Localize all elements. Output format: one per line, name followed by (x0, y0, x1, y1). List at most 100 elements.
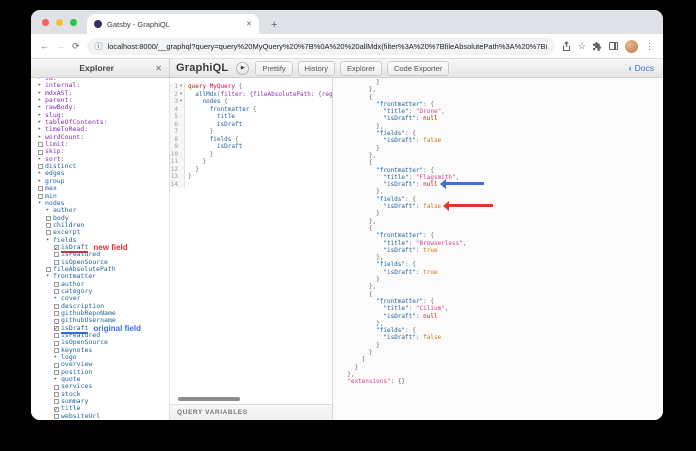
explorer-item-isdraft[interactable]: isDraftnew field (38, 243, 169, 252)
checkbox-icon[interactable] (54, 281, 59, 287)
editor-line[interactable]: 14 (170, 180, 332, 188)
tree-collapsed-icon[interactable]: ▸ (38, 119, 45, 126)
editor-line[interactable]: 7 } (170, 128, 332, 136)
explorer-item-max[interactable]: max (38, 184, 169, 192)
tree-collapsed-icon[interactable]: ▸ (38, 126, 45, 133)
editor-horizontal-scrollbar[interactable] (178, 397, 240, 401)
fold-arrow-icon[interactable]: ▾ (178, 91, 184, 99)
checkbox-icon[interactable] (54, 391, 59, 397)
editor-line[interactable]: 9 isDraft (170, 143, 332, 151)
checkbox-checked-icon[interactable] (54, 406, 59, 413)
explorer-item-overview[interactable]: overview (38, 361, 169, 368)
editor-line[interactable]: 10 } (170, 150, 332, 158)
checkbox-icon[interactable] (54, 252, 59, 258)
close-window-button[interactable] (42, 18, 49, 26)
explorer-item-frontmatter[interactable]: ▾ frontmatter (38, 272, 169, 280)
checkbox-icon[interactable] (54, 289, 59, 295)
side-panel-icon[interactable] (609, 42, 618, 50)
checkbox-icon[interactable] (46, 215, 51, 221)
query-editor[interactable]: 1 ▾ query MyQuery {2 ▾ allMdx(filter: {file… (170, 78, 333, 420)
checkbox-icon[interactable] (54, 259, 59, 265)
explorer-item-quote[interactable]: ▸ quote (38, 375, 169, 383)
explorer-item-isopensource[interactable]: isOpenSource (38, 339, 169, 346)
code-exporter-button[interactable]: Code Exporter (386, 60, 450, 76)
checkbox-icon[interactable] (54, 399, 59, 405)
profile-avatar[interactable] (625, 39, 638, 53)
tree-expanded-icon[interactable]: ▾ (46, 273, 53, 280)
checkbox-icon[interactable] (38, 149, 43, 155)
checkbox-icon[interactable] (38, 142, 43, 148)
query-variables-bar[interactable]: QUERY VARIABLES (170, 404, 332, 420)
browser-tab[interactable]: Gatsby - GraphiQL ✕ (87, 14, 259, 34)
editor-line[interactable]: 11 } (170, 158, 332, 166)
history-button[interactable]: History (297, 60, 336, 76)
checkbox-icon[interactable] (54, 384, 59, 390)
explorer-item-position[interactable]: position (38, 368, 169, 376)
checkbox-checked-icon[interactable] (54, 245, 59, 252)
site-info-icon[interactable]: ⓘ (95, 41, 103, 52)
editor-line[interactable]: 12 } (170, 165, 332, 173)
checkbox-icon[interactable] (54, 303, 59, 309)
checkbox-icon[interactable] (46, 223, 51, 229)
execute-query-button[interactable]: ▶ (236, 61, 250, 75)
editor-line[interactable]: 1 ▾ query MyQuery { (170, 83, 332, 91)
checkbox-icon[interactable] (54, 340, 59, 346)
tree-expanded-icon[interactable]: ▾ (38, 200, 45, 207)
docs-button[interactable]: ‹ Docs (620, 59, 663, 77)
reload-icon[interactable]: ⟳ (72, 41, 80, 52)
explorer-item-author[interactable]: author (38, 280, 169, 288)
checkbox-icon[interactable] (38, 193, 43, 199)
tree-collapsed-icon[interactable]: ▸ (38, 134, 45, 141)
close-tab-icon[interactable]: ✕ (246, 20, 252, 28)
checkbox-icon[interactable] (54, 413, 59, 419)
tree-collapsed-icon[interactable]: ▸ (54, 295, 61, 302)
explorer-item-keynotes[interactable]: keynotes (38, 346, 169, 354)
tree-collapsed-icon[interactable]: ▸ (38, 82, 45, 89)
checkbox-icon[interactable] (46, 230, 51, 236)
share-icon[interactable] (562, 41, 571, 51)
tree-collapsed-icon[interactable]: ▸ (38, 156, 45, 163)
editor-line[interactable]: 2 ▾ allMdx(filter: {fileAbsolutePath: {re… (170, 90, 332, 99)
explorer-item-logo[interactable]: ▸ logo (38, 353, 169, 361)
extensions-puzzle-icon[interactable] (593, 41, 602, 51)
editor-line[interactable]: 4 frontmatter { (170, 105, 332, 113)
explorer-item-summary[interactable]: summary (38, 397, 169, 405)
checkbox-icon[interactable] (54, 311, 59, 317)
checkbox-icon[interactable] (54, 318, 59, 324)
editor-line[interactable]: 6 isDraft (170, 120, 332, 128)
minimize-window-button[interactable] (56, 18, 63, 26)
tree-collapsed-icon[interactable]: ▸ (38, 170, 45, 177)
explorer-item-services[interactable]: services (38, 383, 169, 390)
explorer-item-stock[interactable]: stock (38, 390, 169, 398)
explorer-item-websiteurl[interactable]: websiteUrl (38, 412, 169, 420)
explorer-item-isdraft[interactable]: isDraftoriginal field (38, 324, 169, 333)
editor-line[interactable]: 13} (170, 173, 332, 181)
tree-expanded-icon[interactable]: ▾ (46, 237, 53, 244)
checkbox-icon[interactable] (54, 362, 59, 368)
checkbox-icon[interactable] (54, 369, 59, 375)
checkbox-checked-icon[interactable] (54, 325, 59, 333)
bookmark-star-icon[interactable]: ☆ (578, 41, 586, 52)
tree-collapsed-icon[interactable]: ▸ (54, 376, 61, 383)
fold-arrow-icon[interactable]: ▾ (178, 98, 184, 106)
explorer-close-icon[interactable]: ✕ (155, 64, 162, 73)
explorer-item-category[interactable]: category (38, 287, 169, 295)
checkbox-icon[interactable] (38, 186, 43, 192)
back-icon[interactable]: ← (40, 41, 49, 51)
checkbox-icon[interactable] (38, 164, 43, 170)
prettify-button[interactable]: Prettify (255, 60, 293, 76)
zoom-window-button[interactable] (70, 18, 77, 26)
explorer-button[interactable]: Explorer (340, 60, 382, 76)
checkbox-icon[interactable] (46, 267, 51, 273)
editor-line[interactable]: 3 ▾ nodes { (170, 98, 332, 106)
checkbox-icon[interactable] (54, 347, 59, 353)
explorer-item-group[interactable]: ▸ group (38, 177, 169, 185)
tree-collapsed-icon[interactable]: ▸ (38, 112, 45, 119)
fold-arrow-icon[interactable]: ▾ (178, 83, 184, 91)
tree-collapsed-icon[interactable]: ▸ (46, 207, 53, 214)
tree-collapsed-icon[interactable]: ▸ (38, 104, 45, 111)
tree-collapsed-icon[interactable]: ▸ (38, 178, 45, 185)
checkbox-icon[interactable] (54, 333, 59, 339)
tree-collapsed-icon[interactable]: ▸ (38, 90, 45, 97)
address-bar[interactable]: ⓘ localhost:8000/__graphql?query=query%2… (86, 37, 555, 55)
